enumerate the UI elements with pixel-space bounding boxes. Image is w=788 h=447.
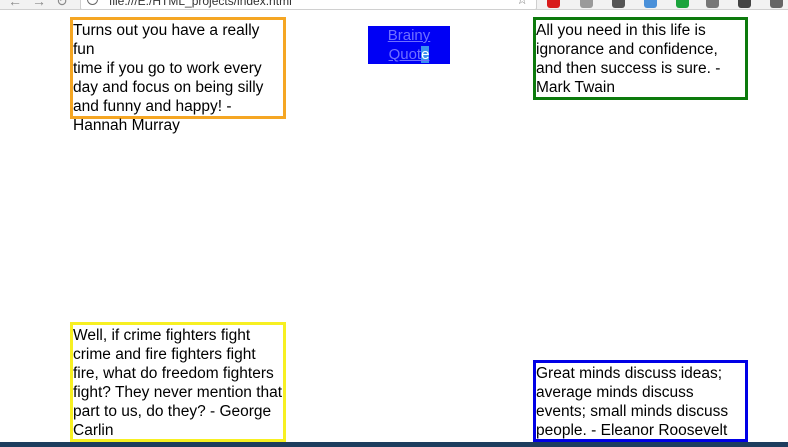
extension-icon-green[interactable] bbox=[676, 0, 689, 8]
menu-icon[interactable] bbox=[770, 0, 783, 8]
reload-icon[interactable]: ↻ bbox=[56, 0, 68, 8]
quote-line: Turns out you have a really fun bbox=[73, 22, 260, 58]
quote-line: crime and fire fighters fight bbox=[73, 346, 256, 363]
quote-line: Great minds discuss ideas; bbox=[536, 365, 723, 382]
quote-box-mark-twain: All you need in this life is ignorance a… bbox=[533, 17, 748, 100]
extension-icon-person[interactable] bbox=[612, 0, 625, 8]
url-text[interactable]: file:///E:/HTML_projects/index.html bbox=[109, 0, 292, 9]
extension-icon-blue[interactable] bbox=[644, 0, 657, 8]
quote-line: Carlin bbox=[73, 422, 114, 439]
quote-line: average minds discuss bbox=[536, 384, 694, 401]
quote-box-eleanor-roosevelt: Great minds discuss ideas; average minds… bbox=[533, 360, 748, 442]
brand-link-text[interactable]: Quot bbox=[389, 46, 422, 63]
extension-icon-dark[interactable] bbox=[738, 0, 751, 8]
quote-line: fire, what do freedom fighters bbox=[73, 365, 274, 382]
info-icon[interactable] bbox=[87, 0, 98, 5]
quote-line: people. - Eleanor Roosevelt bbox=[536, 422, 728, 439]
extension-icon-gear[interactable] bbox=[706, 0, 719, 8]
back-icon[interactable]: ← bbox=[8, 0, 22, 8]
bookmark-star-icon[interactable]: ☆ bbox=[516, 0, 528, 8]
extension-icon-gray[interactable] bbox=[580, 0, 593, 8]
forward-icon[interactable]: → bbox=[32, 0, 46, 8]
quote-line: and funny and happy! - bbox=[73, 98, 232, 115]
opera-icon[interactable] bbox=[547, 0, 560, 8]
text-selection[interactable]: e bbox=[421, 46, 430, 63]
quote-line: part to us, do they? - George bbox=[73, 403, 272, 420]
brainy-quote-link-box[interactable]: Brainy Quote bbox=[368, 26, 450, 64]
quote-line: Well, if crime fighters fight bbox=[73, 327, 251, 344]
brand-link-line1[interactable]: Brainy bbox=[388, 27, 431, 44]
brand-link-line2[interactable]: Quote bbox=[389, 46, 430, 63]
quote-box-hannah-murray: Turns out you have a really fun time if … bbox=[70, 17, 286, 134]
quote-line: Hannah Murray bbox=[73, 117, 180, 134]
address-bar[interactable]: file:///E:/HTML_projects/index.html ☆ bbox=[80, 0, 537, 9]
quote-line: fight? They never mention that bbox=[73, 384, 283, 401]
quote-line: day and focus on being silly bbox=[73, 79, 264, 96]
quote-line: ignorance and confidence, bbox=[536, 41, 718, 58]
taskbar-edge bbox=[0, 442, 788, 447]
quote-line: and then success is sure. - bbox=[536, 60, 721, 77]
quote-line: All you need in this life is bbox=[536, 22, 706, 39]
quote-line: events; small minds discuss bbox=[536, 403, 729, 420]
quote-box-george-carlin: Well, if crime fighters fight crime and … bbox=[70, 322, 286, 442]
quote-line: time if you go to work every bbox=[73, 60, 262, 77]
browser-toolbar: ← → ↻ file:///E:/HTML_projects/index.htm… bbox=[0, 0, 788, 10]
quote-line: Mark Twain bbox=[536, 79, 615, 96]
